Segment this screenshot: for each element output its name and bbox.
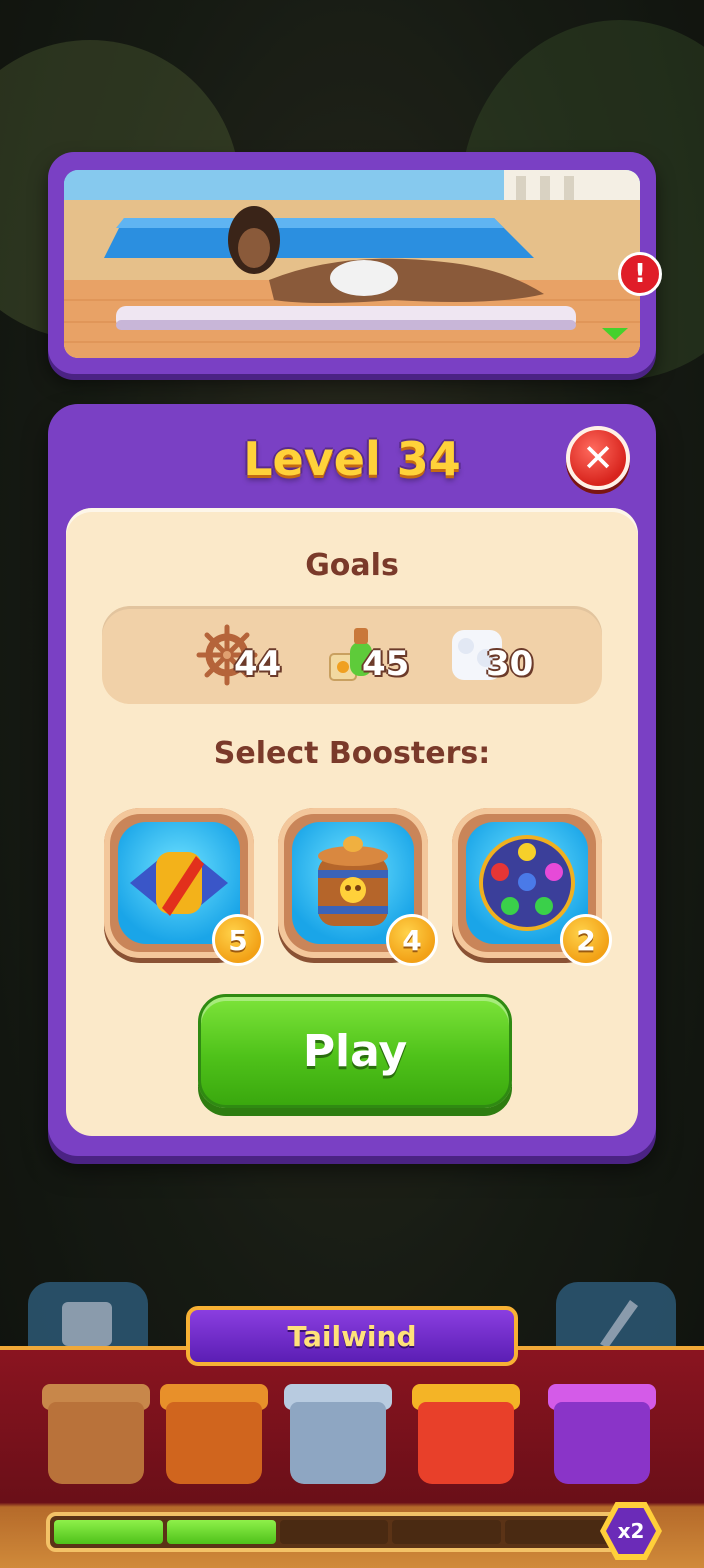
reward-chest[interactable] (160, 1372, 268, 1484)
banner-image (64, 170, 640, 358)
level-title: Level 34 (243, 432, 461, 486)
chest-body (290, 1402, 386, 1484)
pool-scene-illustration (64, 170, 640, 358)
goal-item: 44 (196, 624, 316, 688)
goal-count: 30 (486, 644, 534, 684)
goals-heading: Goals (305, 548, 399, 583)
chest-body (48, 1402, 144, 1484)
progress-segment (279, 1520, 389, 1544)
chest-body (554, 1402, 650, 1484)
booster-color-ball[interactable]: 2 (452, 808, 612, 966)
chevron-down-icon[interactable] (602, 328, 628, 340)
goal-item: 45 (324, 624, 444, 688)
booster-count-badge: 4 (386, 914, 438, 966)
progress-segment (54, 1520, 163, 1544)
close-icon: ✕ (582, 436, 614, 480)
booster-count-badge: 2 (560, 914, 612, 966)
boosters-heading: Select Boosters: (213, 736, 491, 771)
progress-segment (505, 1520, 614, 1544)
goal-count: 45 (362, 644, 410, 684)
goal-count: 44 (234, 644, 282, 684)
goals-panel: 44 45 30 (102, 606, 602, 704)
reward-chest[interactable] (284, 1372, 392, 1484)
goal-item: 30 (448, 624, 568, 688)
tailwind-banner: Tailwind (186, 1306, 518, 1366)
progress-segment (166, 1520, 276, 1544)
dialog-content: Goals 44 45 30 Select Boosters: 5 4 2 Pl… (66, 508, 638, 1136)
alert-badge[interactable]: ! (618, 252, 662, 296)
progress-segment (392, 1520, 502, 1544)
close-button[interactable]: ✕ (566, 426, 630, 490)
event-banner[interactable]: ! (48, 152, 662, 374)
booster-count-badge: 5 (212, 914, 264, 966)
play-button[interactable]: Play (198, 994, 512, 1108)
tailwind-progress-bar (46, 1512, 622, 1552)
booster-rocket[interactable]: 5 (104, 808, 264, 966)
reward-chest[interactable] (412, 1372, 520, 1484)
chest-body (166, 1402, 262, 1484)
level-dialog: Level 34 ✕ Goals 44 45 30 Select Booster… (48, 404, 656, 1156)
booster-barrel[interactable]: 4 (278, 808, 438, 966)
reward-chest[interactable] (548, 1372, 656, 1484)
chest-body (418, 1402, 514, 1484)
multiplier-label: x2 (606, 1508, 656, 1554)
reward-chest[interactable] (42, 1372, 150, 1484)
